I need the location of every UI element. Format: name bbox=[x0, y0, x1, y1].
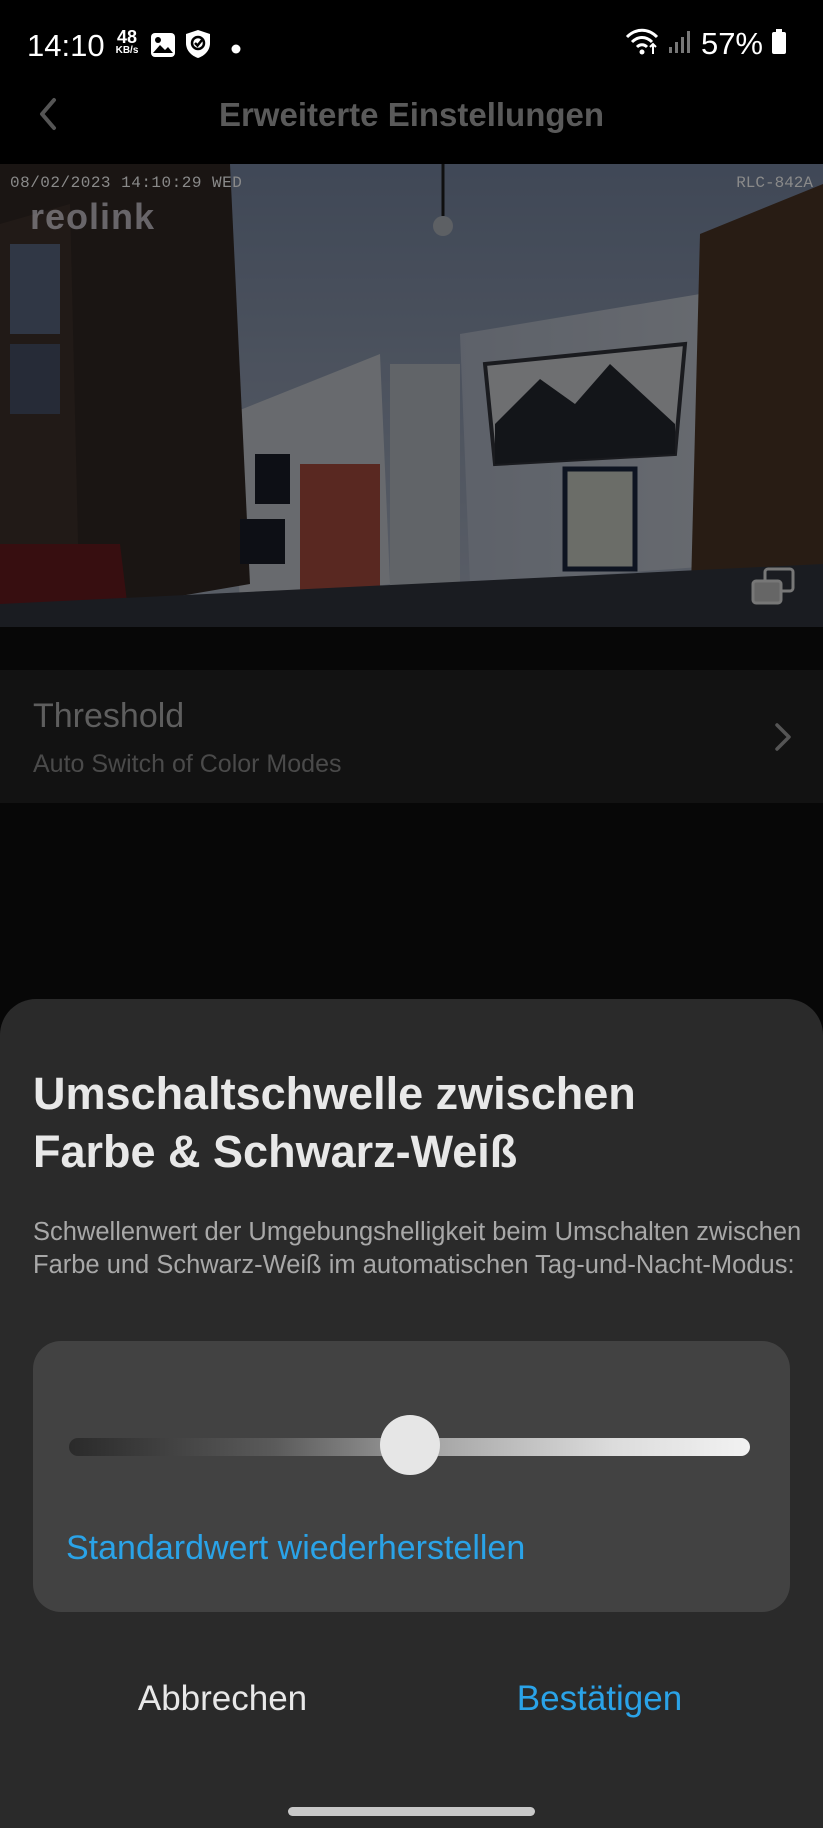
network-speed: 48 KB/s bbox=[110, 28, 144, 56]
network-speed-value: 48 bbox=[116, 27, 138, 47]
network-speed-unit: KB/s bbox=[115, 45, 139, 56]
battery-percent: 57% bbox=[700, 26, 763, 61]
cancel-button[interactable]: Abbrechen bbox=[60, 1679, 385, 1719]
camera-logo: reolink bbox=[30, 196, 156, 237]
status-bar: 14:10 48 KB/s 57% bbox=[0, 0, 823, 94]
chevron-right-icon bbox=[773, 722, 793, 752]
status-right-group: 57% bbox=[625, 26, 787, 62]
reset-default-link[interactable]: Standardwert wiederherstellen bbox=[66, 1529, 525, 1568]
sheet-title-line-2: Farbe & Schwarz-Weiß bbox=[33, 1126, 518, 1177]
threshold-subtitle: Auto Switch of Color Modes bbox=[33, 750, 342, 778]
sheet-title: Umschaltschwelle zwischen Farbe & Schwar… bbox=[33, 1065, 793, 1181]
gesture-nav-handle[interactable] bbox=[288, 1807, 535, 1816]
switch-stream-icon[interactable] bbox=[751, 567, 795, 605]
threshold-row[interactable]: Threshold Auto Switch of Color Modes bbox=[0, 670, 823, 803]
notification-dot-icon bbox=[231, 41, 241, 59]
signal-icon bbox=[667, 29, 693, 60]
app-header: Erweiterte Einstellungen bbox=[0, 94, 823, 164]
wifi-icon bbox=[625, 28, 659, 61]
sheet-description: Schwellenwert der Umgebungshelligkeit be… bbox=[33, 1218, 802, 1279]
camera-timestamp: 08/02/2023 14:10:29 WED bbox=[10, 174, 243, 192]
camera-model: RLC-842A bbox=[736, 174, 813, 192]
sheet-title-line-1: Umschaltschwelle zwischen bbox=[33, 1068, 636, 1119]
threshold-bottom-sheet: Umschaltschwelle zwischen Farbe & Schwar… bbox=[0, 999, 823, 1828]
status-time: 14:10 bbox=[27, 28, 105, 63]
brightness-slider-thumb[interactable] bbox=[379, 1415, 440, 1475]
threshold-title: Threshold bbox=[33, 697, 185, 735]
slider-card: Standardwert wiederherstellen bbox=[33, 1341, 790, 1612]
page-title: Erweiterte Einstellungen bbox=[218, 96, 605, 133]
camera-preview[interactable]: 08/02/2023 14:10:29 WED RLC-842A reolink bbox=[0, 164, 823, 627]
confirm-button[interactable]: Bestätigen bbox=[437, 1679, 762, 1719]
gallery-icon bbox=[150, 32, 176, 63]
battery-icon bbox=[771, 28, 787, 60]
shield-icon bbox=[185, 29, 211, 64]
